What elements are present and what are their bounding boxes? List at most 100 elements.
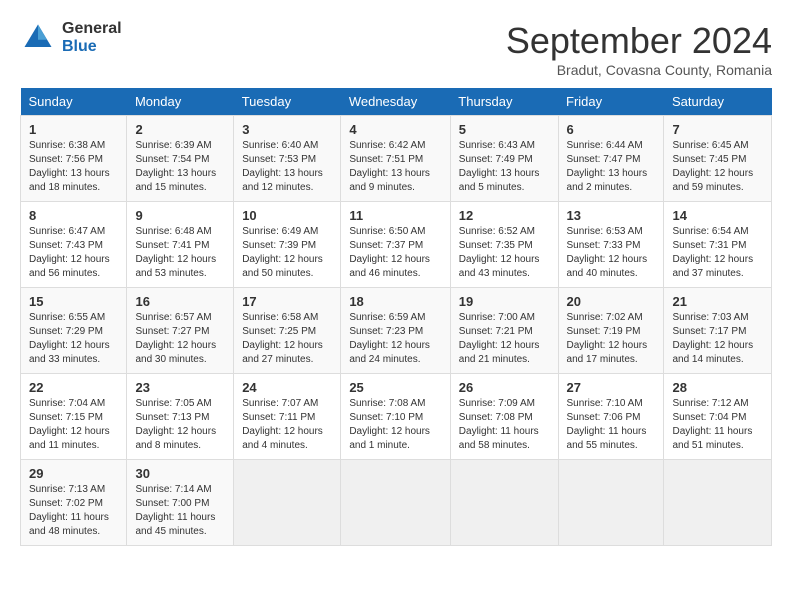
header-friday: Friday xyxy=(558,88,664,116)
day-number: 18 xyxy=(349,294,441,309)
day-number: 12 xyxy=(459,208,550,223)
day-info: Sunrise: 7:08 AM Sunset: 7:10 PM Dayligh… xyxy=(349,397,441,453)
day-info: Sunrise: 6:52 AM Sunset: 7:35 PM Dayligh… xyxy=(459,225,550,281)
day-info: Sunrise: 7:04 AM Sunset: 7:15 PM Dayligh… xyxy=(29,397,118,453)
table-row: 12 Sunrise: 6:52 AM Sunset: 7:35 PM Dayli… xyxy=(450,202,558,288)
logo-icon xyxy=(20,20,56,56)
day-info: Sunrise: 6:44 AM Sunset: 7:47 PM Dayligh… xyxy=(567,139,656,195)
day-info: Sunrise: 6:50 AM Sunset: 7:37 PM Dayligh… xyxy=(349,225,441,281)
day-number: 24 xyxy=(242,380,332,395)
calendar-week-4: 22 Sunrise: 7:04 AM Sunset: 7:15 PM Dayli… xyxy=(21,374,772,460)
day-number: 19 xyxy=(459,294,550,309)
day-info: Sunrise: 7:10 AM Sunset: 7:06 PM Dayligh… xyxy=(567,397,656,453)
day-info: Sunrise: 7:12 AM Sunset: 7:04 PM Dayligh… xyxy=(672,397,763,453)
day-number: 28 xyxy=(672,380,763,395)
day-number: 22 xyxy=(29,380,118,395)
calendar-week-5: 29 Sunrise: 7:13 AM Sunset: 7:02 PM Dayli… xyxy=(21,460,772,546)
day-number: 14 xyxy=(672,208,763,223)
day-number: 21 xyxy=(672,294,763,309)
day-info: Sunrise: 7:09 AM Sunset: 7:08 PM Dayligh… xyxy=(459,397,550,453)
table-row xyxy=(450,460,558,546)
day-number: 23 xyxy=(135,380,225,395)
table-row: 22 Sunrise: 7:04 AM Sunset: 7:15 PM Dayli… xyxy=(21,374,127,460)
month-title: September 2024 xyxy=(506,20,772,62)
logo-blue: Blue xyxy=(62,38,122,56)
day-info: Sunrise: 6:38 AM Sunset: 7:56 PM Dayligh… xyxy=(29,139,118,195)
calendar-table: Sunday Monday Tuesday Wednesday Thursday… xyxy=(20,88,772,546)
table-row: 25Sunrise: 7:08 AM Sunset: 7:10 PM Dayli… xyxy=(341,374,450,460)
table-row: 18 Sunrise: 6:59 AM Sunset: 7:23 PM Dayli… xyxy=(341,288,450,374)
day-info: Sunrise: 6:39 AM Sunset: 7:54 PM Dayligh… xyxy=(135,139,225,195)
header-wednesday: Wednesday xyxy=(341,88,450,116)
day-number: 11 xyxy=(349,208,441,223)
day-info: Sunrise: 6:55 AM Sunset: 7:29 PM Dayligh… xyxy=(29,311,118,367)
table-row: 7 Sunrise: 6:45 AM Sunset: 7:45 PM Daylig… xyxy=(664,116,772,202)
table-row: 10 Sunrise: 6:49 AM Sunset: 7:39 PM Dayli… xyxy=(234,202,341,288)
logo-text: General Blue xyxy=(62,20,122,55)
day-number: 3 xyxy=(242,122,332,137)
day-info: Sunrise: 7:07 AM Sunset: 7:11 PM Dayligh… xyxy=(242,397,332,453)
table-row: 28 Sunrise: 7:12 AM Sunset: 7:04 PM Dayli… xyxy=(664,374,772,460)
table-row: 27 Sunrise: 7:10 AM Sunset: 7:06 PM Dayli… xyxy=(558,374,664,460)
day-info: Sunrise: 7:05 AM Sunset: 7:13 PM Dayligh… xyxy=(135,397,225,453)
day-info: Sunrise: 6:47 AM Sunset: 7:43 PM Dayligh… xyxy=(29,225,118,281)
day-info: Sunrise: 6:58 AM Sunset: 7:25 PM Dayligh… xyxy=(242,311,332,367)
header-monday: Monday xyxy=(127,88,234,116)
day-number: 27 xyxy=(567,380,656,395)
calendar-week-2: 8 Sunrise: 6:47 AM Sunset: 7:43 PM Daylig… xyxy=(21,202,772,288)
table-row: 26 Sunrise: 7:09 AM Sunset: 7:08 PM Dayli… xyxy=(450,374,558,460)
table-row: 13Sunrise: 6:53 AM Sunset: 7:33 PM Dayli… xyxy=(558,202,664,288)
title-section: September 2024 Bradut, Covasna County, R… xyxy=(506,20,772,78)
day-info: Sunrise: 6:43 AM Sunset: 7:49 PM Dayligh… xyxy=(459,139,550,195)
table-row: 4 Sunrise: 6:42 AM Sunset: 7:51 PM Daylig… xyxy=(341,116,450,202)
table-row: 23 Sunrise: 7:05 AM Sunset: 7:13 PM Dayli… xyxy=(127,374,234,460)
table-row xyxy=(341,460,450,546)
header-thursday: Thursday xyxy=(450,88,558,116)
day-info: Sunrise: 7:13 AM Sunset: 7:02 PM Dayligh… xyxy=(29,483,118,539)
day-number: 9 xyxy=(135,208,225,223)
day-info: Sunrise: 6:59 AM Sunset: 7:23 PM Dayligh… xyxy=(349,311,441,367)
day-number: 7 xyxy=(672,122,763,137)
table-row xyxy=(558,460,664,546)
page-header: General Blue September 2024 Bradut, Cova… xyxy=(20,20,772,78)
day-info: Sunrise: 7:00 AM Sunset: 7:21 PM Dayligh… xyxy=(459,311,550,367)
day-number: 2 xyxy=(135,122,225,137)
day-number: 26 xyxy=(459,380,550,395)
day-number: 16 xyxy=(135,294,225,309)
day-info: Sunrise: 6:42 AM Sunset: 7:51 PM Dayligh… xyxy=(349,139,441,195)
day-number: 4 xyxy=(349,122,441,137)
table-row: 30Sunrise: 7:14 AM Sunset: 7:00 PM Dayli… xyxy=(127,460,234,546)
day-number: 20 xyxy=(567,294,656,309)
header-saturday: Saturday xyxy=(664,88,772,116)
day-number: 29 xyxy=(29,466,118,481)
table-row: 20Sunrise: 7:02 AM Sunset: 7:19 PM Dayli… xyxy=(558,288,664,374)
header-sunday: Sunday xyxy=(21,88,127,116)
table-row: 1 Sunrise: 6:38 AM Sunset: 7:56 PM Daylig… xyxy=(21,116,127,202)
day-number: 6 xyxy=(567,122,656,137)
table-row: 5Sunrise: 6:43 AM Sunset: 7:49 PM Daylig… xyxy=(450,116,558,202)
calendar-week-3: 15 Sunrise: 6:55 AM Sunset: 7:29 PM Dayli… xyxy=(21,288,772,374)
day-info: Sunrise: 6:53 AM Sunset: 7:33 PM Dayligh… xyxy=(567,225,656,281)
day-number: 8 xyxy=(29,208,118,223)
day-info: Sunrise: 6:48 AM Sunset: 7:41 PM Dayligh… xyxy=(135,225,225,281)
day-info: Sunrise: 6:49 AM Sunset: 7:39 PM Dayligh… xyxy=(242,225,332,281)
table-row: 14Sunrise: 6:54 AM Sunset: 7:31 PM Dayli… xyxy=(664,202,772,288)
table-row: 2 Sunrise: 6:39 AM Sunset: 7:54 PM Daylig… xyxy=(127,116,234,202)
location-subtitle: Bradut, Covasna County, Romania xyxy=(506,62,772,78)
logo: General Blue xyxy=(20,20,122,56)
table-row: 17 Sunrise: 6:58 AM Sunset: 7:25 PM Dayli… xyxy=(234,288,341,374)
day-number: 15 xyxy=(29,294,118,309)
day-number: 17 xyxy=(242,294,332,309)
day-info: Sunrise: 6:45 AM Sunset: 7:45 PM Dayligh… xyxy=(672,139,763,195)
table-row: 19 Sunrise: 7:00 AM Sunset: 7:21 PM Dayli… xyxy=(450,288,558,374)
table-row: 15 Sunrise: 6:55 AM Sunset: 7:29 PM Dayli… xyxy=(21,288,127,374)
day-number: 10 xyxy=(242,208,332,223)
table-row xyxy=(664,460,772,546)
day-number: 1 xyxy=(29,122,118,137)
day-info: Sunrise: 6:57 AM Sunset: 7:27 PM Dayligh… xyxy=(135,311,225,367)
table-row: 16 Sunrise: 6:57 AM Sunset: 7:27 PM Dayli… xyxy=(127,288,234,374)
table-row: 11 Sunrise: 6:50 AM Sunset: 7:37 PM Dayli… xyxy=(341,202,450,288)
table-row: 8 Sunrise: 6:47 AM Sunset: 7:43 PM Daylig… xyxy=(21,202,127,288)
table-row: 6 Sunrise: 6:44 AM Sunset: 7:47 PM Daylig… xyxy=(558,116,664,202)
header-tuesday: Tuesday xyxy=(234,88,341,116)
